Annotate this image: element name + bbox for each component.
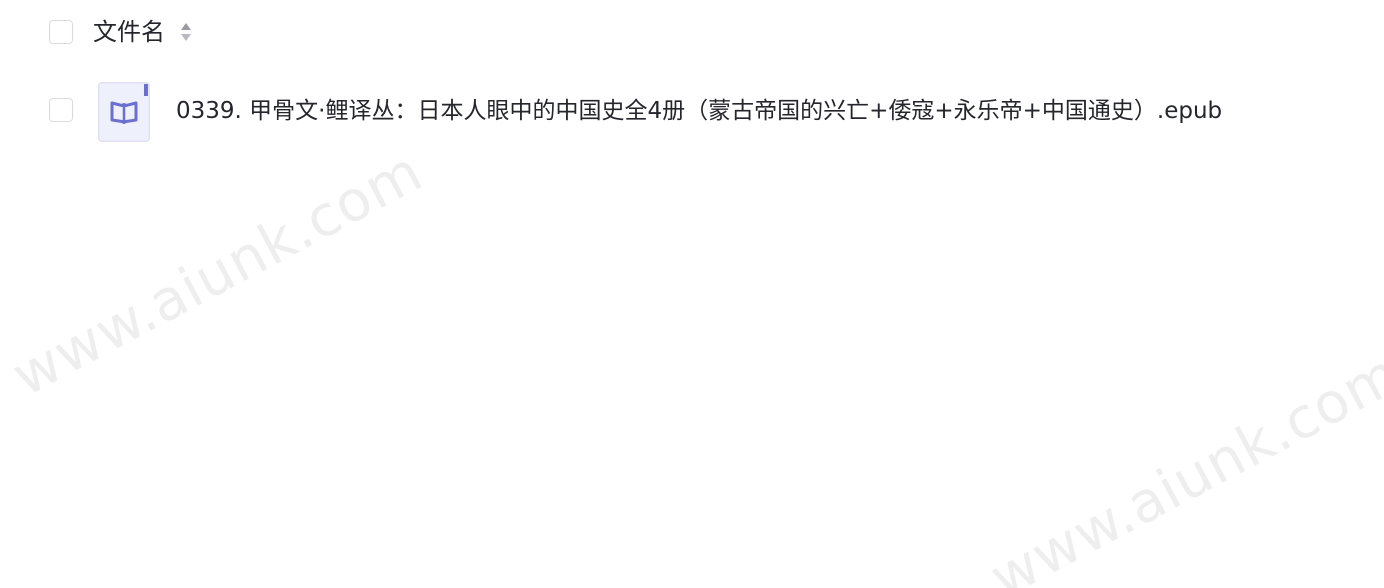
book-icon <box>98 82 150 142</box>
watermark-text: www.aiunk.com <box>980 340 1384 588</box>
file-row-checkbox[interactable] <box>49 98 73 122</box>
select-all-checkbox[interactable] <box>49 20 73 44</box>
watermark-text: www.aiunk.com <box>2 138 434 410</box>
file-name[interactable]: 0339. 甲骨文·鲤译丛：日本人眼中的中国史全4册（蒙古帝国的兴亡+倭寇+永乐… <box>176 96 1222 126</box>
file-list-page: 文件名 0339. 甲骨文·鲤译丛：日本人眼中的中国史全4册（蒙古帝国的兴亡+倭… <box>0 0 1384 588</box>
column-header-filename[interactable]: 文件名 <box>93 17 165 47</box>
sort-caret-icon[interactable] <box>179 21 193 43</box>
file-row[interactable]: 0339. 甲骨文·鲤译丛：日本人眼中的中国史全4册（蒙古帝国的兴亡+倭寇+永乐… <box>0 78 1384 146</box>
